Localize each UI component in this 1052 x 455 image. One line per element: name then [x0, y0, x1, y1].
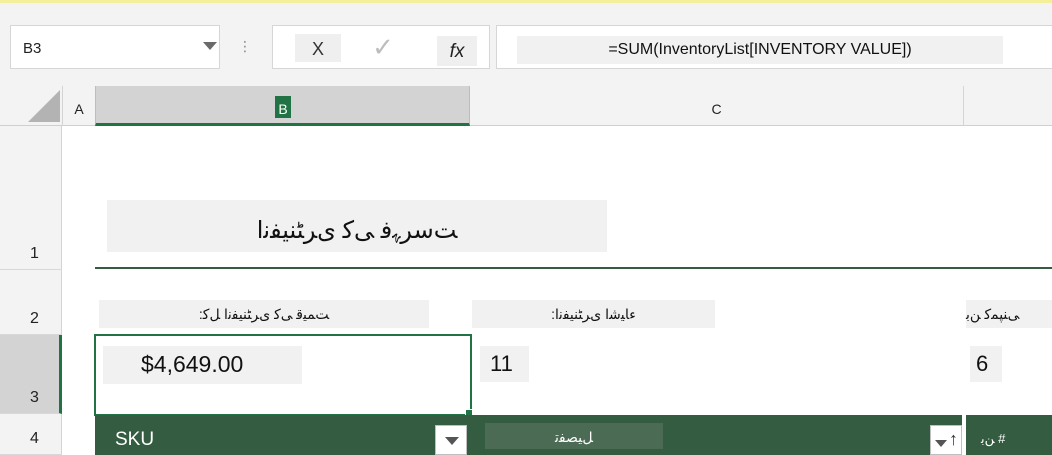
column-headers: A B C	[0, 86, 1052, 126]
bin-number-header: # ﻦﺑ	[981, 431, 1006, 446]
item-count-label: ﺀﺎﯿﺷﺍ ﯼﺮﭩﻨﯿﻔﻧﺍ:	[472, 300, 715, 328]
formula-bar-separator-icon[interactable]: ⋮	[238, 39, 252, 53]
column-header-a[interactable]: A	[62, 86, 95, 126]
row-header-4[interactable]: 4	[0, 414, 62, 455]
inventory-table-header: SKU ﻞﯿﺼﻔﺗ ↑ # ﻦﺑ	[95, 415, 1052, 455]
description-sort-filter-icon[interactable]: ↑	[930, 425, 962, 455]
row-headers: 1 2 3 4	[0, 126, 62, 455]
enter-button[interactable]: ✓	[363, 30, 403, 64]
sku-filter-dropdown-icon[interactable]	[435, 425, 467, 455]
name-box[interactable]: B3	[10, 25, 220, 69]
formula-text: =SUM(InventoryList[INVENTORY VALUE])	[517, 36, 1003, 64]
chevron-down-icon[interactable]	[203, 42, 217, 50]
sort-ascending-icon: ↑	[949, 429, 958, 449]
bin-count-label: ﯽﻨﭙﻤﮐ ﻦﺑ	[966, 300, 1052, 328]
row-header-2[interactable]: 2	[0, 270, 62, 335]
name-box-value: B3	[23, 40, 42, 57]
row-header-2-label: 2	[30, 310, 39, 327]
item-count-value: 11	[480, 346, 529, 382]
row-header-1-label: 1	[30, 245, 39, 262]
column-header-c[interactable]: C	[470, 86, 964, 126]
row-header-3[interactable]: 3	[0, 335, 62, 414]
column-header-b-label: B	[275, 96, 291, 118]
cancel-button[interactable]: X	[295, 34, 341, 62]
row-header-4-label: 4	[30, 430, 39, 447]
description-header: ﻞﯿﺼﻔﺗ	[485, 423, 663, 449]
sheet-title: ﺖﺳﺮﮩﻓ ﯽﮐ ﯼﺮﭩﻨﯿﻔﻧﺍ	[256, 217, 458, 244]
formula-input[interactable]: =SUM(InventoryList[INVENTORY VALUE])	[496, 25, 1052, 69]
worksheet-grid[interactable]: ﺖﺳﺮﮩﻓ ﯽﮐ ﯼﺮﭩﻨﯿﻔﻧﺍ ﺖﻤﯿﻗ ﯽﮐ ﯼﺮﭩﻨﯿﻔﻧﺍ ﻞﮐ: ﺀ…	[62, 126, 1052, 455]
bin-count-value: 6	[970, 346, 1002, 382]
spreadsheet-window: B3 ⋮ X ✓ fx =SUM(InventoryList[INVENTORY…	[0, 0, 1052, 455]
column-header-b[interactable]: B	[95, 86, 470, 126]
title-cell[interactable]: ﺖﺳﺮﮩﻓ ﯽﮐ ﯼﺮﭩﻨﯿﻔﻧﺍ	[107, 200, 607, 252]
total-value-label: ﺖﻤﯿﻗ ﯽﮐ ﯼﺮﭩﻨﯿﻔﻧﺍ ﻞﮐ:	[99, 300, 429, 328]
column-divider	[962, 415, 966, 455]
insert-function-button[interactable]: fx	[437, 36, 477, 66]
formula-bar-area: B3 ⋮ X ✓ fx =SUM(InventoryList[INVENTORY…	[0, 0, 1052, 86]
sku-header: SKU	[115, 429, 155, 450]
select-all-button[interactable]	[28, 90, 60, 122]
title-underline	[95, 267, 1052, 269]
row-header-3-label: 3	[30, 389, 39, 406]
row-header-1[interactable]: 1	[0, 126, 62, 270]
total-value: $4,649.00	[103, 346, 302, 384]
formula-buttons: X ✓ fx	[272, 25, 490, 69]
